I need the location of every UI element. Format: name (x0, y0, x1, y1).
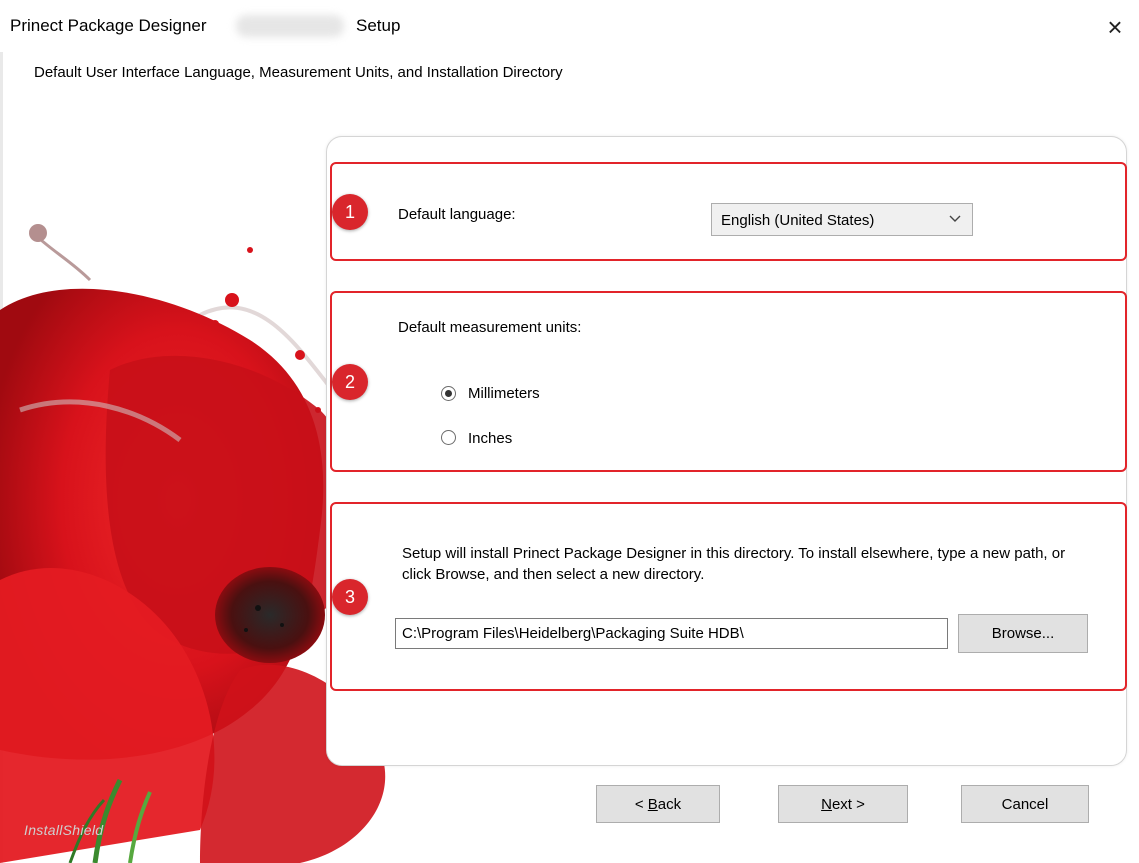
inches-radio[interactable] (441, 430, 456, 445)
window-title-setup: Setup (356, 16, 401, 35)
step-badge-3: 3 (332, 579, 368, 615)
installshield-brand: InstallShield (24, 822, 104, 838)
back-button-prefix: < (634, 795, 648, 813)
default-units-label: Default measurement units: (398, 319, 582, 336)
highlight-box-directory (330, 502, 1127, 691)
millimeters-label[interactable]: Millimeters (468, 385, 540, 402)
redacted-version (236, 15, 344, 37)
install-path-input[interactable] (395, 618, 948, 649)
radio-selected-dot (445, 390, 452, 397)
millimeters-radio[interactable] (441, 386, 456, 401)
language-dropdown-value: English (United States) (721, 212, 875, 229)
step-badge-1: 1 (332, 194, 368, 230)
title-bar: Prinect Package Designer Setup × (0, 0, 1139, 52)
default-language-label: Default language: (398, 206, 516, 223)
back-button-rest: ack (657, 795, 682, 813)
install-directory-description: Setup will install Prinect Package Desig… (402, 545, 1066, 583)
page-subtitle: Default User Interface Language, Measure… (34, 64, 563, 81)
back-button[interactable]: < Back (596, 785, 720, 823)
next-button-rest: ext > (831, 795, 865, 813)
inches-label[interactable]: Inches (468, 430, 512, 447)
next-button-mnemonic: N (821, 795, 832, 813)
chevron-down-icon (949, 215, 961, 222)
close-icon[interactable]: × (1098, 12, 1132, 42)
step-badge-2: 2 (332, 364, 368, 400)
next-button[interactable]: Next > (778, 785, 908, 823)
window-title: Prinect Package Designer (10, 16, 207, 35)
language-dropdown[interactable]: English (United States) (711, 203, 973, 236)
browse-button[interactable]: Browse... (958, 614, 1088, 653)
cancel-button[interactable]: Cancel (961, 785, 1089, 823)
back-button-mnemonic: B (647, 795, 658, 813)
